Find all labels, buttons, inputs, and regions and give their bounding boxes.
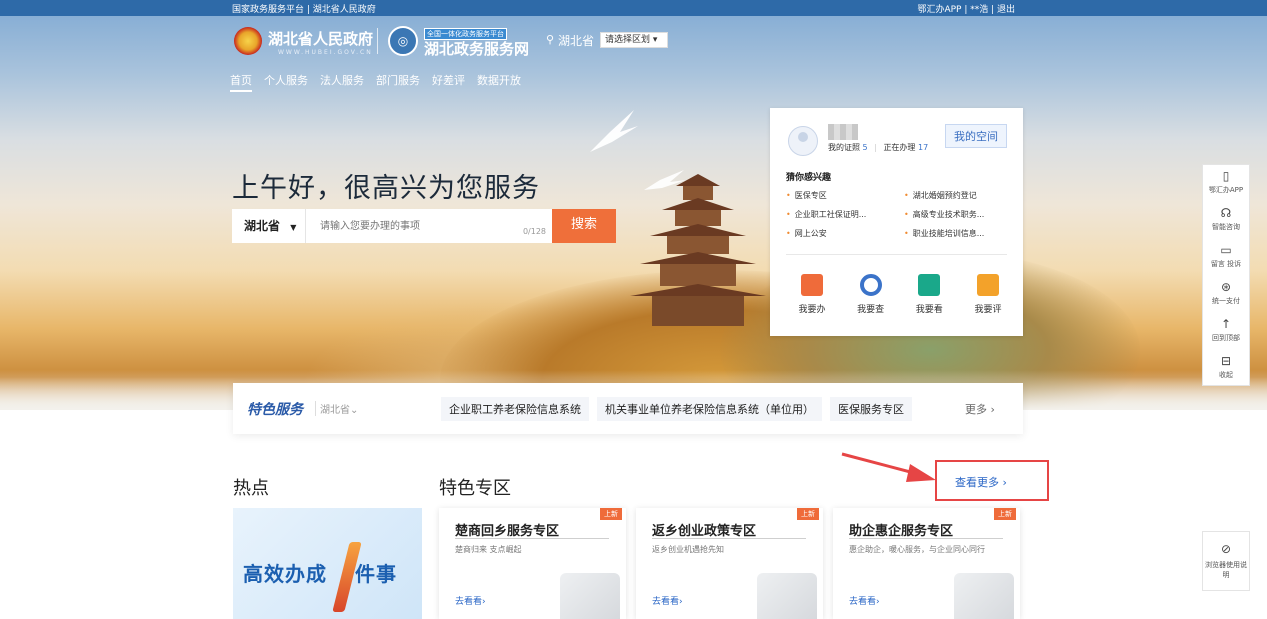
quick-action-do[interactable]: 我要办 (790, 274, 834, 315)
featured-service-item[interactable]: 医保服务专区 (830, 397, 912, 421)
zone-card-title: 返乡创业政策专区 (652, 524, 757, 539)
new-badge: 上新 (600, 508, 622, 520)
quick-action-rate[interactable]: 我要评 (966, 274, 1010, 315)
interest-title: 猜你感兴趣 (786, 173, 832, 183)
zone-card-link[interactable]: 去看看› (652, 594, 683, 607)
zone-card-link[interactable]: 去看看› (455, 594, 486, 607)
featured-service-item[interactable]: 机关事业单位养老保险信息系统（单位用） (597, 397, 822, 421)
location-pin-icon: ⚲ (546, 33, 555, 46)
search-bar: 湖北省 ▼ 0/128 搜索 (232, 209, 616, 243)
nav-evaluation[interactable]: 好差评 (432, 72, 465, 92)
toolbar-message[interactable]: ▭ 留言 投诉 (1203, 239, 1249, 276)
region-select[interactable]: 请选择区划 ▾ (600, 32, 668, 48)
topbar-links[interactable]: 国家政务服务平台 | 湖北省人民政府 (232, 2, 376, 15)
check-icon (976, 274, 999, 296)
toolbar-pay[interactable]: ⊛ 统一支付 (1203, 276, 1249, 313)
caret-down-icon: ▼ (290, 223, 297, 232)
interest-list: 医保专区 湖北婚姻预约登记 企业职工社保证明... 高级专业技术职务... 网上… (786, 190, 1010, 239)
document-icon (801, 274, 823, 296)
crane-icon (644, 170, 686, 190)
interest-item[interactable]: 湖北婚姻预约登记 (904, 190, 1010, 201)
browser-guide-button[interactable]: ⊘ 浏览器使用说明 (1202, 531, 1250, 591)
portal-logo-icon: ◎ (388, 26, 418, 56)
avatar[interactable] (788, 126, 818, 156)
interest-item[interactable]: 企业职工社保证明... (786, 209, 904, 220)
site-header: 湖北省人民政府 WWW.HUBEI.GOV.CN ◎ 全国一体化政务服务平台 湖… (0, 16, 1267, 66)
monitor-icon (918, 274, 941, 296)
user-stats: 我的证照 5 | 正在办理 17 (828, 143, 929, 152)
hot-banner-text: 高效办成 件事 (243, 562, 397, 586)
toolbar-consult[interactable]: ☊ 智能咨询 (1203, 202, 1249, 239)
search-button[interactable]: 搜索 (552, 209, 616, 243)
zone-card-title: 助企惠企服务专区 (849, 524, 954, 539)
crane-icon (590, 110, 638, 152)
right-float-toolbar: ▯ 鄂汇办APP ☊ 智能咨询 ▭ 留言 投诉 ⊛ 统一支付 ↑ 回到顶部 ⊟ 收起 (1202, 164, 1250, 386)
new-badge: 上新 (797, 508, 819, 520)
interest-item[interactable]: 医保专区 (786, 190, 904, 201)
search-char-counter: 0/128 (522, 227, 546, 236)
my-space-button[interactable]: 我的空间 (945, 124, 1007, 148)
new-badge: 上新 (994, 508, 1016, 520)
top-utility-bar: 国家政务服务平台 | 湖北省人民政府 鄂汇办APP | **浩 | 退出 (0, 0, 1267, 16)
zone-card[interactable]: 上新 楚商回乡服务专区 楚商归来 支点崛起 去看看› (439, 508, 626, 619)
nav-personal[interactable]: 个人服务 (264, 72, 308, 92)
back-to-top-icon: ↑ (1220, 317, 1232, 331)
zone-card-link[interactable]: 去看看› (849, 594, 880, 607)
see-more-link[interactable]: 查看更多 › (955, 474, 1007, 490)
phone-icon: ▯ (1222, 169, 1230, 183)
interest-item[interactable]: 网上公安 (786, 228, 904, 239)
handshake-image (757, 573, 817, 619)
featured-service-item[interactable]: 企业职工养老保险信息系统 (441, 397, 589, 421)
featured-more-link[interactable]: 更多 › (965, 401, 995, 417)
national-emblem-icon (234, 27, 262, 55)
featured-services-title: 特色服务 (247, 402, 303, 418)
quick-action-search[interactable]: 我要查 (849, 274, 893, 315)
interest-item[interactable]: 职业技能培训信息... (904, 228, 1010, 239)
search-input[interactable] (306, 209, 506, 243)
zone-card-desc: 楚商归来 支点崛起 (455, 545, 522, 554)
hot-banner[interactable]: 高效办成 件事 (233, 508, 422, 619)
gov-domain: WWW.HUBEI.GOV.CN (278, 49, 373, 56)
annotation-arrow-icon (841, 452, 936, 482)
zone-section-title: 特色专区 (439, 478, 511, 499)
collapse-icon: ⊟ (1220, 354, 1232, 368)
zone-card[interactable]: 上新 助企惠企服务专区 惠企助企，暖心服务，与企业同心同行 去看看› (833, 508, 1020, 619)
hot-section-title: 热点 (233, 478, 269, 499)
user-name-redacted (828, 124, 858, 140)
nav-department[interactable]: 部门服务 (376, 72, 420, 92)
zone-card[interactable]: 上新 返乡创业政策专区 返乡创业机遇抢先知 去看看› (636, 508, 823, 619)
toolbar-collapse[interactable]: ⊟ 收起 (1203, 350, 1249, 387)
zone-card-desc: 返乡创业机遇抢先知 (652, 545, 724, 554)
nav-corporate[interactable]: 法人服务 (320, 72, 364, 92)
nav-open-data[interactable]: 数据开放 (477, 72, 521, 92)
quick-action-view[interactable]: 我要看 (907, 274, 951, 315)
toolbar-top[interactable]: ↑ 回到顶部 (1203, 313, 1249, 350)
zone-card-title: 楚商回乡服务专区 (455, 524, 560, 539)
compass-icon: ⊘ (1220, 542, 1232, 556)
zone-card-desc: 惠企助企，暖心服务，与企业同心同行 (849, 545, 985, 554)
message-icon: ▭ (1220, 243, 1232, 257)
search-province-select[interactable]: 湖北省 ▼ (232, 209, 306, 243)
current-location: 湖北省 (558, 34, 595, 48)
user-panel: 我的证照 5 | 正在办理 17 我的空间 猜你感兴趣 医保专区 湖北婚姻预约登… (770, 108, 1023, 336)
featured-province-select[interactable]: 湖北省⌄ (315, 401, 358, 416)
quick-actions: 我要办 我要查 我要看 我要评 (790, 274, 1010, 315)
gov-name[interactable]: 湖北省人民政府 (268, 28, 373, 49)
toolbar-app[interactable]: ▯ 鄂汇办APP (1203, 165, 1249, 202)
greeting-text: 上午好，很高兴为您服务 (232, 173, 540, 204)
topbar-user-links[interactable]: 鄂汇办APP | **浩 | 退出 (917, 2, 1015, 15)
hands-image (954, 573, 1014, 619)
yen-icon: ⊛ (1220, 280, 1232, 294)
interest-item[interactable]: 高级专业技术职务... (904, 209, 1010, 220)
featured-services-bar: 特色服务 湖北省⌄ 企业职工养老保险信息系统 机关事业单位养老保险信息系统（单位… (233, 383, 1023, 434)
nav-home[interactable]: 首页 (230, 72, 252, 92)
headset-icon: ☊ (1220, 206, 1232, 220)
magnifier-icon (859, 274, 882, 296)
main-nav: 首页 个人服务 法人服务 部门服务 好差评 数据开放 (230, 72, 521, 92)
portal-name[interactable]: 湖北政务服务网 (424, 38, 529, 59)
city-image (560, 573, 620, 619)
